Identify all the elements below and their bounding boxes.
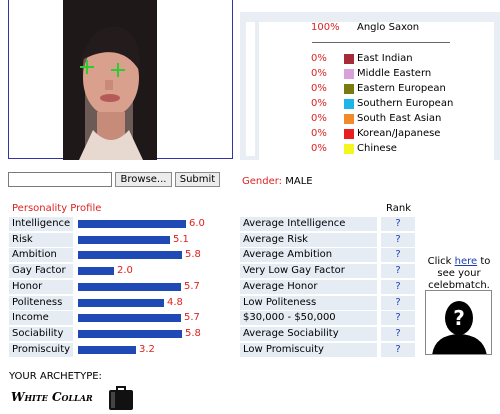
ethnicity-label: Chinese bbox=[357, 143, 397, 154]
celebmatch-placeholder-icon[interactable]: ? bbox=[425, 290, 492, 355]
ethnicity-percent: 0% bbox=[311, 83, 327, 94]
submit-button[interactable]: Submit bbox=[175, 172, 220, 187]
trait-score-value: 3.2 bbox=[139, 343, 155, 355]
trait-rank-link[interactable]: ? bbox=[381, 326, 415, 341]
celebmatch-text-before: Click bbox=[427, 256, 455, 267]
trait-rank-link[interactable]: ? bbox=[381, 279, 415, 294]
celebmatch-prompt: Click here to see your celebmatch. bbox=[420, 256, 498, 292]
rank-column-header: Rank bbox=[386, 203, 411, 214]
trait-label: Risk bbox=[9, 232, 73, 247]
ethnicity-percent: 0% bbox=[311, 128, 327, 139]
trait-rank-link[interactable]: ? bbox=[381, 264, 415, 279]
trait-score-value: 4.8 bbox=[167, 296, 183, 308]
ethnicity-label: Eastern European bbox=[357, 83, 446, 94]
ethnicity-swatch bbox=[344, 84, 354, 94]
trait-rank-link[interactable]: ? bbox=[381, 217, 415, 231]
trait-rank-link[interactable]: ? bbox=[381, 295, 415, 310]
trait-score-bar bbox=[78, 314, 181, 323]
trait-score-bar bbox=[78, 220, 186, 228]
profile-title: Personality Profile bbox=[12, 203, 102, 214]
trait-score-value: 5.7 bbox=[184, 312, 200, 324]
trait-score-value: 5.7 bbox=[184, 280, 200, 292]
celebmatch-link[interactable]: here bbox=[455, 256, 478, 267]
ethnicity-swatch bbox=[344, 69, 354, 79]
gender-label: Gender: bbox=[242, 176, 283, 187]
ethnicity-percent: 0% bbox=[311, 98, 327, 109]
file-path-input[interactable] bbox=[8, 172, 112, 187]
trait-description: Average Sociability bbox=[240, 326, 377, 341]
trait-description: Low Politeness bbox=[240, 295, 377, 310]
trait-label: Politeness bbox=[9, 295, 73, 310]
trait-description: Very Low Gay Factor bbox=[240, 264, 377, 279]
trait-label: Gay Factor bbox=[9, 264, 73, 279]
trait-rank-link[interactable]: ? bbox=[381, 232, 415, 247]
trait-description: Average Risk bbox=[240, 232, 377, 247]
trait-score-value: 6.0 bbox=[189, 218, 205, 229]
ethnicity-percent: 0% bbox=[311, 143, 327, 154]
trait-score-bar bbox=[78, 298, 164, 307]
archetype-label: YOUR ARCHETYPE: bbox=[9, 371, 102, 382]
ethnicity-percent: 0% bbox=[311, 113, 327, 124]
ethnicity-percent: 100% bbox=[311, 22, 340, 33]
archetype-name: White Collar bbox=[11, 390, 93, 404]
trait-score-value: 5.8 bbox=[185, 249, 201, 261]
trait-rank-link[interactable]: ? bbox=[381, 311, 415, 326]
ethnicity-swatch bbox=[344, 99, 354, 109]
trait-label: Ambition bbox=[9, 248, 73, 263]
gender-result: Gender: MALE bbox=[242, 176, 313, 187]
trait-rank-link[interactable]: ? bbox=[381, 342, 415, 357]
trait-score-value: 5.8 bbox=[185, 327, 201, 339]
trait-score-bar bbox=[78, 251, 182, 260]
ethnicity-percent: 0% bbox=[311, 68, 327, 79]
ethnicity-label: Anglo Saxon bbox=[357, 22, 420, 33]
trait-description: Average Honor bbox=[240, 279, 377, 294]
trait-label: Promiscuity bbox=[9, 342, 73, 357]
gender-value: MALE bbox=[285, 176, 313, 187]
trait-description: Average Ambition bbox=[240, 248, 377, 263]
svg-text:?: ? bbox=[453, 306, 465, 330]
ethnicity-divider bbox=[312, 42, 450, 43]
trait-label: Intelligence bbox=[9, 217, 73, 231]
trait-score-bar bbox=[78, 282, 181, 291]
ethnicity-swatch bbox=[344, 129, 354, 139]
trait-score-bar bbox=[78, 329, 182, 338]
trait-label: Income bbox=[9, 311, 73, 326]
trait-score-bar bbox=[78, 345, 136, 354]
browse-button[interactable]: Browse... bbox=[115, 172, 172, 187]
ethnicity-swatch bbox=[344, 54, 354, 64]
ethnicity-swatch bbox=[344, 114, 354, 124]
right-eye-marker-icon bbox=[111, 63, 125, 77]
trait-description: Low Promiscuity bbox=[240, 342, 377, 357]
ethnicity-label: South East Asian bbox=[357, 113, 442, 124]
trait-rank-link[interactable]: ? bbox=[381, 248, 415, 263]
ethnicity-label: Middle Eastern bbox=[357, 68, 432, 79]
trait-label: Honor bbox=[9, 279, 73, 294]
trait-description: Average Intelligence bbox=[240, 217, 377, 231]
ethnicity-label: East Indian bbox=[357, 53, 413, 64]
ethnicity-label: Southern European bbox=[357, 98, 454, 109]
left-eye-marker-icon bbox=[80, 60, 94, 74]
trait-description: $30,000 - $50,000 bbox=[240, 311, 377, 326]
trait-score-bar bbox=[78, 235, 170, 244]
ethnicity-label: Korean/Japanese bbox=[357, 128, 441, 139]
trait-label: Sociability bbox=[9, 326, 73, 341]
ethnicity-percent: 0% bbox=[311, 53, 327, 64]
ethnicity-scroll-strip bbox=[246, 22, 255, 156]
trait-score-value: 5.1 bbox=[173, 233, 189, 245]
trait-score-bar bbox=[78, 267, 114, 276]
ethnicity-swatch bbox=[344, 23, 354, 33]
ethnicity-swatch bbox=[344, 144, 354, 154]
uploaded-face-photo bbox=[63, 0, 157, 160]
briefcase-icon bbox=[106, 381, 136, 411]
trait-score-value: 2.0 bbox=[117, 265, 133, 277]
